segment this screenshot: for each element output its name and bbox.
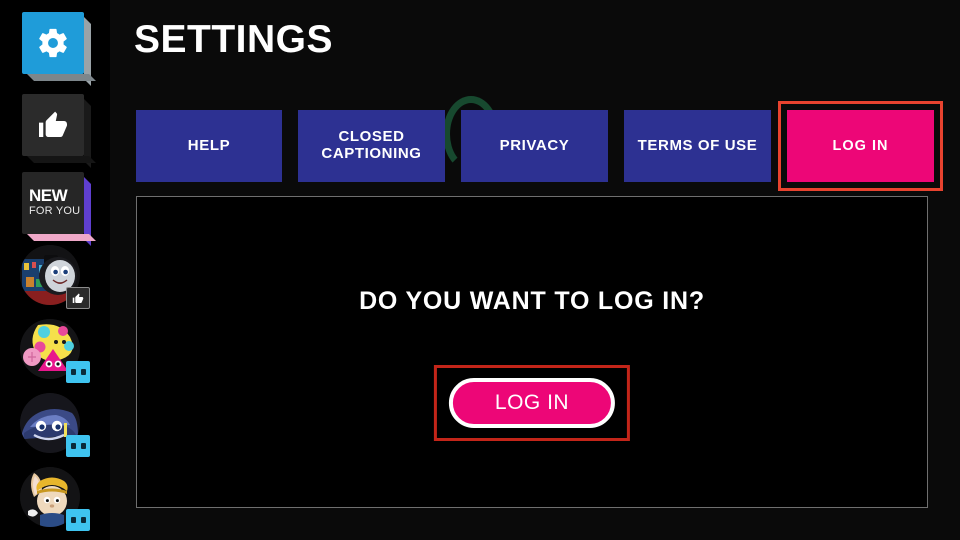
- thumbs-up-icon: [72, 293, 84, 303]
- gear-icon: [39, 28, 67, 58]
- sidebar-tile-new-for-you[interactable]: NEW FOR YOU: [22, 172, 96, 246]
- tab-log-in[interactable]: LOG IN: [778, 101, 943, 191]
- settings-screen: NEW FOR YOU SETTINGS HELP CLOSED CAPTION…: [0, 0, 960, 540]
- thumbs-up-badge: [66, 287, 90, 309]
- tile-shadow-bottom: [27, 234, 96, 241]
- eyes-badge: [66, 435, 90, 457]
- eyes-badge: [66, 509, 90, 531]
- thumbs-up-icon: [39, 111, 67, 137]
- page-title: SETTINGS: [134, 18, 334, 61]
- settings-content-panel: DO YOU WANT TO LOG IN? LOG IN: [136, 196, 928, 508]
- sidebar-tile-settings[interactable]: [22, 12, 96, 86]
- sidebar: NEW FOR YOU: [0, 0, 110, 540]
- login-question: DO YOU WANT TO LOG IN?: [359, 287, 705, 315]
- eyes-icon: [70, 517, 86, 523]
- eyes-icon: [70, 443, 86, 449]
- tab-privacy[interactable]: PRIVACY: [461, 110, 608, 182]
- tab-help[interactable]: HELP: [136, 110, 282, 182]
- log-in-button[interactable]: LOG IN: [448, 378, 616, 428]
- eyes-icon: [70, 369, 86, 375]
- tile-shadow-bottom: [27, 74, 96, 81]
- new-label: NEW: [29, 186, 68, 206]
- tab-terms-of-use[interactable]: TERMS OF USE: [624, 110, 771, 182]
- sidebar-avatar-bunny[interactable]: [20, 467, 90, 533]
- login-button-focus-ring: LOG IN: [433, 365, 631, 441]
- tile-shadow-bottom: [27, 156, 96, 163]
- for-you-label: FOR YOU: [29, 205, 81, 218]
- tab-closed-captioning[interactable]: CLOSED CAPTIONING: [298, 110, 445, 182]
- sidebar-avatar-car[interactable]: [20, 393, 90, 459]
- sidebar-tile-likes[interactable]: [22, 94, 96, 168]
- sidebar-avatar-thomas[interactable]: [20, 245, 90, 311]
- eyes-badge: [66, 361, 90, 383]
- sidebar-avatar-shapes[interactable]: [20, 319, 90, 385]
